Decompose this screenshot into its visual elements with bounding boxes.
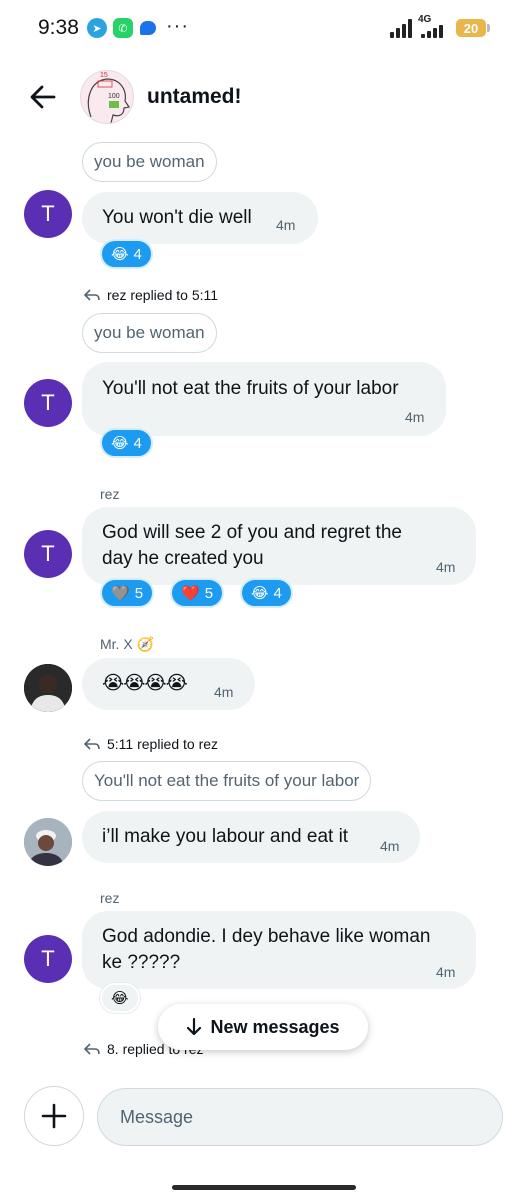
- arrow-left-icon[interactable]: [28, 82, 58, 112]
- telegram-icon: ➤: [87, 18, 107, 38]
- add-attachment-button[interactable]: [24, 1086, 84, 1146]
- reaction-chip[interactable]: ❤️ 5: [170, 578, 225, 608]
- message-bubble[interactable]: You'll not eat the fruits of your labor …: [82, 362, 446, 436]
- quoted-message[interactable]: you be woman: [82, 313, 217, 353]
- avatar-text-mid: 100: [108, 93, 120, 100]
- message-bubble[interactable]: God adondie. I dey behave like woman ke …: [82, 911, 476, 989]
- reaction-chip[interactable]: 😂 4: [240, 578, 293, 608]
- laugh-emoji-icon: 😂: [251, 585, 269, 602]
- quoted-message[interactable]: you be woman: [82, 142, 217, 182]
- red-heart-icon: ❤️: [181, 585, 200, 602]
- message-text: 😭😭😭😭: [102, 673, 188, 694]
- home-indicator[interactable]: [172, 1185, 356, 1190]
- battery-icon: 20: [456, 19, 486, 37]
- network-type: 4G: [418, 14, 432, 25]
- user-photo: [24, 664, 72, 712]
- reaction-chip[interactable]: 😂: [100, 983, 140, 1013]
- message-time: 4m: [405, 409, 425, 425]
- reply-icon: [84, 1043, 100, 1055]
- message-bubble[interactable]: 😭😭😭😭 4m: [82, 658, 255, 710]
- avatar[interactable]: T: [24, 190, 72, 238]
- avatar[interactable]: [24, 664, 72, 712]
- reaction-count: 4: [133, 434, 142, 452]
- message-time: 4m: [436, 964, 456, 980]
- message-text-line1: God will see 2 of you and regret the: [102, 522, 402, 543]
- conversation-title[interactable]: untamed!: [147, 85, 242, 109]
- reply-icon: [84, 289, 100, 301]
- reply-indicator: 5:11 replied to rez: [84, 736, 218, 752]
- avatar[interactable]: T: [24, 379, 72, 427]
- message-text-line2: day he created you: [102, 548, 264, 569]
- avatar[interactable]: T: [24, 530, 72, 578]
- reaction-chip[interactable]: 😂 4: [100, 428, 153, 458]
- message-placeholder: Message: [120, 1106, 194, 1127]
- message-text-line1: God adondie. I dey behave like woman: [102, 926, 431, 947]
- grey-heart-icon: 🩶: [111, 585, 130, 602]
- message-bubble[interactable]: i’ll make you labour and eat it 4m: [82, 811, 420, 863]
- user-photo: [24, 818, 72, 866]
- message-input[interactable]: Message: [97, 1088, 503, 1146]
- reaction-chip[interactable]: 😂 4: [100, 239, 153, 269]
- reply-icon: [84, 738, 100, 750]
- reaction-count: 4: [273, 584, 282, 602]
- message-bubble[interactable]: God will see 2 of you and regret the day…: [82, 507, 476, 585]
- reaction-count: 4: [133, 245, 142, 263]
- message-time: 4m: [436, 559, 456, 575]
- sender-name: rez: [100, 486, 120, 502]
- whatsapp-icon: ✆: [113, 18, 133, 38]
- message-time: 4m: [276, 217, 296, 233]
- message-text-line2: ke ?????: [102, 952, 181, 973]
- laugh-emoji-icon: 😂: [111, 990, 129, 1007]
- sender-name: Mr. X 🧭: [100, 636, 154, 652]
- reaction-chip[interactable]: 🩶 5: [100, 578, 155, 608]
- message-text: You won't die well: [102, 207, 252, 228]
- battery-tip: [487, 24, 490, 32]
- message-text: You'll not eat the fruits of your labor: [102, 378, 399, 399]
- reply-indicator: rez replied to 5:11: [84, 287, 218, 303]
- reaction-count: 5: [134, 584, 144, 602]
- message-time: 4m: [380, 838, 400, 854]
- chat-icon: [140, 21, 156, 35]
- avatar-text-top: 15: [100, 72, 108, 79]
- message-text: i’ll make you labour and eat it: [102, 826, 349, 847]
- more-dots-icon: ···: [166, 15, 189, 37]
- new-messages-button[interactable]: New messages: [158, 1004, 368, 1050]
- laugh-emoji-icon: 😂: [111, 435, 129, 452]
- group-avatar[interactable]: 15 100: [80, 70, 134, 124]
- quoted-message[interactable]: You'll not eat the fruits of your labor: [82, 761, 372, 801]
- status-time: 9:38: [38, 16, 79, 39]
- laugh-emoji-icon: 😂: [111, 246, 129, 263]
- sender-name: rez: [100, 890, 120, 906]
- reaction-count: 5: [204, 584, 214, 602]
- message-bubble[interactable]: You won't die well 4m: [82, 192, 318, 244]
- reply-meta-text: 5:11 replied to rez: [107, 736, 219, 752]
- avatar[interactable]: T: [24, 935, 72, 983]
- signal-icon: [390, 18, 412, 38]
- plus-icon: [41, 1103, 67, 1129]
- signal-icon-2: [421, 25, 443, 38]
- message-time: 4m: [214, 684, 234, 700]
- avatar[interactable]: [24, 818, 72, 866]
- reply-meta-text: rez replied to 5:11: [107, 287, 219, 303]
- arrow-down-icon: [187, 1018, 202, 1036]
- new-messages-label: New messages: [210, 1016, 340, 1037]
